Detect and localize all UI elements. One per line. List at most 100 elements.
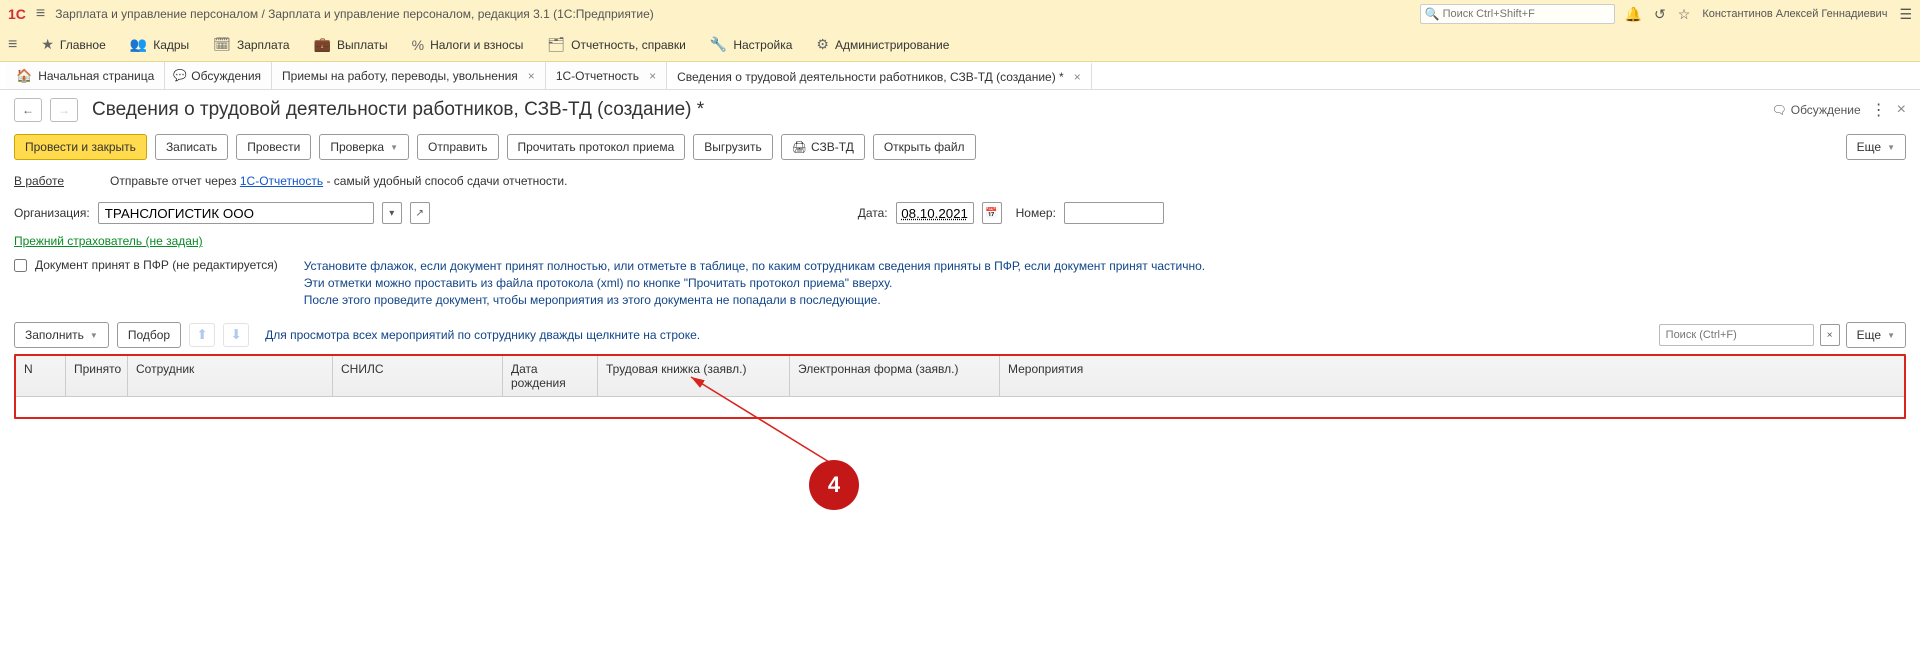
subtab-label: Сведения о трудовой деятельности работни… <box>677 70 1064 84</box>
panel-toggle-icon[interactable]: ☰ <box>1899 6 1912 23</box>
check-button[interactable]: Проверка▼ <box>319 134 409 160</box>
close-icon[interactable]: × <box>649 69 656 83</box>
global-search[interactable]: 🔍 <box>1420 4 1615 24</box>
page-content: ← → Сведения о трудовой деятельности раб… <box>0 90 1920 427</box>
close-icon[interactable]: × <box>528 69 535 83</box>
menu-taxes[interactable]: %Налоги и взносы <box>412 37 524 53</box>
document-toolbar: Провести и закрыть Записать Провести Про… <box>14 134 1906 160</box>
menu-admin[interactable]: ⚙ Администрирование <box>816 36 949 53</box>
subtab-discussions[interactable]: Обсуждения <box>165 62 272 89</box>
grid-body[interactable] <box>16 397 1904 417</box>
szvtd-button[interactable]: 🖨СЗВ-ТД <box>781 134 865 160</box>
btn-label: Еще <box>1857 140 1881 154</box>
export-button[interactable]: Выгрузить <box>693 134 773 160</box>
people-icon: 👥 <box>130 36 147 53</box>
menu-label: Зарплата <box>237 38 290 52</box>
annotation-badge: 4 <box>809 460 859 510</box>
btn-label: Проверка <box>330 140 384 154</box>
kebab-icon[interactable]: ⋮ <box>1871 100 1887 120</box>
menu-settings[interactable]: 🔧 Настройка <box>710 36 793 53</box>
chevron-down-icon: ▼ <box>1887 331 1895 340</box>
status-link[interactable]: 1С-Отчетность <box>240 174 323 188</box>
menu-salary[interactable]: 🗓Зарплата <box>213 36 289 53</box>
col-employee[interactable]: Сотрудник <box>128 356 333 396</box>
org-label: Организация: <box>14 206 90 220</box>
sections-menu-icon[interactable]: ≡ <box>8 36 17 54</box>
gear-icon: ⚙ <box>816 36 829 53</box>
open-file-button[interactable]: Открыть файл <box>873 134 976 160</box>
col-birth[interactable]: Дата рождения <box>503 356 598 396</box>
close-page-icon[interactable]: × <box>1897 101 1906 119</box>
col-workbook[interactable]: Трудовая книжка (заявл.) <box>598 356 790 396</box>
menu-label: Отчетность, справки <box>571 38 686 52</box>
status-row: В работе Отправьте отчет через 1С-Отчетн… <box>14 174 1906 188</box>
col-accepted[interactable]: Принято <box>66 356 128 396</box>
hint-line: После этого проведите документ, чтобы ме… <box>304 292 1205 309</box>
status-label[interactable]: В работе <box>14 174 64 188</box>
fill-button[interactable]: Заполнить▼ <box>14 322 109 348</box>
global-search-input[interactable] <box>1420 4 1615 24</box>
number-label: Номер: <box>1016 206 1056 220</box>
col-snils[interactable]: СНИЛС <box>333 356 503 396</box>
post-close-button[interactable]: Провести и закрыть <box>14 134 147 160</box>
btn-label: Еще <box>1857 328 1881 342</box>
number-input[interactable] <box>1064 202 1164 224</box>
bell-icon[interactable]: 🔔 <box>1625 6 1642 23</box>
subtab-home[interactable]: 🏠Начальная страница <box>6 62 165 89</box>
date-section: Дата: 📅 Номер: <box>858 202 1164 224</box>
hint-before: Отправьте отчет через <box>110 174 240 188</box>
org-input[interactable] <box>98 202 374 224</box>
read-protocol-button[interactable]: Прочитать протокол приема <box>507 134 686 160</box>
org-dropdown-button[interactable]: ▾ <box>382 202 402 224</box>
grid-header: N Принято Сотрудник СНИЛС Дата рождения … <box>16 356 1904 397</box>
clear-search-button[interactable]: × <box>1820 324 1840 346</box>
date-picker-button[interactable]: 📅 <box>982 202 1002 224</box>
select-button[interactable]: Подбор <box>117 322 181 348</box>
prev-insurer-link[interactable]: Прежний страхователь (не задан) <box>14 234 203 248</box>
nav-forward-button: → <box>50 98 78 122</box>
menu-staff[interactable]: 👥Кадры <box>130 36 189 53</box>
menu-reports[interactable]: 🗂 Отчетность, справки <box>547 36 686 53</box>
date-label: Дата: <box>858 206 888 220</box>
status-hint: Отправьте отчет через 1С-Отчетность - са… <box>110 174 567 188</box>
col-events[interactable]: Мероприятия <box>1000 356 1904 396</box>
chat-icon: 🗨 <box>1772 103 1787 117</box>
subtab-label: Приемы на работу, переводы, увольнения <box>282 69 518 83</box>
wrench-icon: 🔧 <box>710 36 727 53</box>
table-more-button[interactable]: Еще ▼ <box>1846 322 1906 348</box>
menu-label: Настройка <box>733 38 792 52</box>
star-icon[interactable]: ☆ <box>1678 6 1691 23</box>
menu-main[interactable]: ★ Главное <box>41 36 105 53</box>
table-toolbar-right: × Еще ▼ <box>1659 322 1906 348</box>
post-button[interactable]: Провести <box>236 134 311 160</box>
pfr-checkbox[interactable] <box>14 259 27 272</box>
menu-label: Администрирование <box>835 38 949 52</box>
folder-icon: 🗂 <box>547 36 565 53</box>
save-button[interactable]: Записать <box>155 134 228 160</box>
star-filled-icon: ★ <box>41 36 54 53</box>
subtab-szvtd[interactable]: Сведения о трудовой деятельности работни… <box>667 62 1092 89</box>
org-open-button[interactable]: ↗ <box>410 202 430 224</box>
chevron-down-icon: ▼ <box>1887 143 1895 152</box>
col-n[interactable]: N <box>16 356 66 396</box>
hamburger-icon[interactable]: ≡ <box>36 5 45 23</box>
close-icon[interactable]: × <box>1074 70 1081 84</box>
col-eform[interactable]: Электронная форма (заявл.) <box>790 356 1000 396</box>
send-button[interactable]: Отправить <box>417 134 499 160</box>
table-hint: Для просмотра всех мероприятий по сотруд… <box>265 328 700 342</box>
user-name[interactable]: Константинов Алексей Геннадиевич <box>1702 8 1887 20</box>
discussion-link[interactable]: 🗨Обсуждение <box>1772 103 1861 117</box>
hint-line: Установите флажок, если документ принят … <box>304 258 1205 275</box>
date-input[interactable] <box>896 202 974 224</box>
history-icon[interactable]: ↺ <box>1654 6 1666 23</box>
subtab-hires[interactable]: Приемы на работу, переводы, увольнения × <box>272 62 546 89</box>
table-search-input[interactable] <box>1659 324 1814 346</box>
menu-payments[interactable]: 💼Выплаты <box>314 36 388 53</box>
menu-label: Главное <box>60 38 106 52</box>
subtab-1c-reporting[interactable]: 1С-Отчетность× <box>546 62 667 89</box>
employees-grid[interactable]: N Принято Сотрудник СНИЛС Дата рождения … <box>14 354 1906 419</box>
nav-back-button[interactable]: ← <box>14 98 42 122</box>
more-button[interactable]: Еще ▼ <box>1846 134 1906 160</box>
pfr-label: Документ принят в ПФР (не редактируется) <box>35 258 278 272</box>
app-title: Зарплата и управление персоналом / Зарпл… <box>55 7 1409 21</box>
